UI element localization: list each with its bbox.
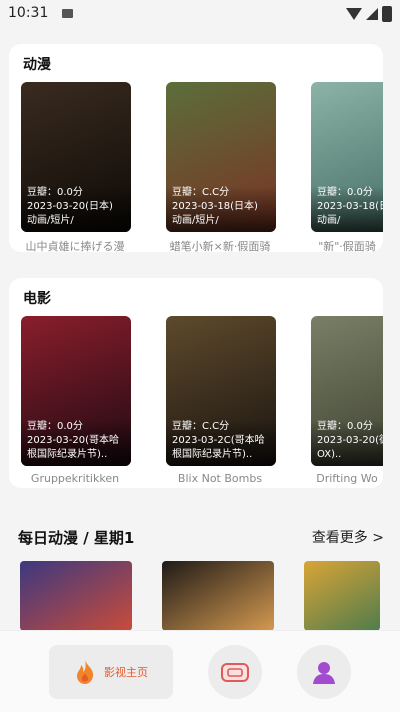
section-title-anime: 动漫 bbox=[23, 57, 51, 73]
nav-home-button[interactable]: 影视主页 bbox=[49, 645, 173, 699]
poster-date: 2023-03-18(日 bbox=[317, 201, 383, 212]
poster-info: 豆瓣：C.C分 2023-03-18(日本) 动画/短片/ bbox=[166, 186, 276, 232]
status-bar: 10:31 bbox=[0, 0, 400, 28]
poster-score: 豆瓣：0.0分 bbox=[27, 421, 83, 432]
daily-anime-title: 每日动漫 / 星期1 bbox=[18, 529, 135, 547]
tv-icon bbox=[221, 663, 249, 682]
poster-date: 2023-03-20(日本) bbox=[27, 201, 113, 212]
item-title: 蜡笔小新×新·假面骑 bbox=[169, 240, 271, 252]
anime-row[interactable]: 豆瓣：0.0分 2023-03-20(日本) 动画/短片/ 山中貞雄に捧げる漫 … bbox=[19, 82, 383, 252]
poster-score: 豆瓣：0.0分 bbox=[317, 187, 373, 198]
poster-genre: 根国际纪录片节).. bbox=[172, 449, 253, 460]
movie-poster[interactable]: 豆瓣：0.0分 2023-03-20(哥本哈 根国际纪录片节).. bbox=[21, 316, 131, 466]
poster-info: 豆瓣：0.0分 2023-03-20(哥本哈 根国际纪录片节).. bbox=[21, 420, 131, 466]
movie-item[interactable]: 豆瓣：C.C分 2023-03-2C(哥本哈 根国际纪录片节).. Blix N… bbox=[166, 316, 278, 485]
daily-poster[interactable] bbox=[304, 561, 380, 631]
movie-poster[interactable]: 豆瓣：C.C分 2023-03-2C(哥本哈 根国际纪录片节).. bbox=[166, 316, 276, 466]
poster-score: 豆瓣：C.C分 bbox=[172, 421, 230, 432]
bottom-navigation: 影视主页 bbox=[0, 630, 400, 712]
nav-home-label: 影视主页 bbox=[104, 666, 148, 679]
item-title: "新"·假面骑 bbox=[318, 240, 376, 252]
poster-genre: 根国际纪录片节).. bbox=[27, 449, 108, 460]
poster-date: 2023-03-2C(哥本哈 bbox=[172, 435, 265, 446]
daily-poster[interactable] bbox=[20, 561, 132, 631]
user-icon bbox=[313, 662, 335, 684]
anime-poster[interactable]: 豆瓣：0.0分 2023-03-20(日本) 动画/短片/ bbox=[21, 82, 131, 232]
movie-row[interactable]: 豆瓣：0.0分 2023-03-20(哥本哈 根国际纪录片节).. Gruppe… bbox=[19, 316, 383, 488]
signal-icon bbox=[366, 8, 378, 20]
status-time: 10:31 bbox=[8, 5, 49, 21]
item-title: 山中貞雄に捧げる漫 bbox=[25, 240, 125, 252]
movie-item[interactable]: 豆瓣：0.0分 2023-03-20(哥本哈 根国际纪录片节).. Gruppe… bbox=[21, 316, 133, 485]
flame-icon bbox=[77, 660, 94, 684]
poster-score: 豆瓣：0.0分 bbox=[317, 421, 373, 432]
daily-poster[interactable] bbox=[162, 561, 274, 631]
poster-genre: 动画/ bbox=[317, 215, 341, 226]
poster-date: 2023-03-20(德 bbox=[317, 435, 383, 446]
poster-score: 豆瓣：C.C分 bbox=[172, 187, 230, 198]
item-title: Gruppekritikken bbox=[30, 472, 120, 485]
item-title: Drifting Wo bbox=[316, 472, 378, 485]
battery-icon bbox=[382, 6, 392, 22]
movie-section: 电影 豆瓣：0.0分 2023-03-20(哥本哈 根国际纪录片节).. Gru… bbox=[9, 278, 383, 488]
poster-date: 2023-03-18(日本) bbox=[172, 201, 258, 212]
section-title-movie: 电影 bbox=[23, 291, 51, 307]
daily-anime-row[interactable] bbox=[20, 561, 400, 631]
movie-item[interactable]: 豆瓣：0.0分 2023-03-20(德 OX).. Drifting Wo bbox=[311, 316, 383, 485]
poster-info: 豆瓣：0.0分 2023-03-20(德 OX).. bbox=[311, 420, 383, 466]
anime-item[interactable]: 豆瓣：0.0分 2023-03-20(日本) 动画/短片/ 山中貞雄に捧げる漫 bbox=[21, 82, 133, 252]
status-indicators bbox=[346, 6, 392, 22]
poster-score: 豆瓣：0.0分 bbox=[27, 187, 83, 198]
poster-info: 豆瓣：0.0分 2023-03-20(日本) 动画/短片/ bbox=[21, 186, 131, 232]
wifi-icon bbox=[346, 8, 362, 20]
view-more-link[interactable]: 查看更多 > bbox=[312, 527, 384, 547]
anime-item[interactable]: 豆瓣：C.C分 2023-03-18(日本) 动画/短片/ 蜡笔小新×新·假面骑 bbox=[166, 82, 278, 252]
poster-date: 2023-03-20(哥本哈 bbox=[27, 435, 120, 446]
nav-tv-button[interactable] bbox=[208, 645, 262, 699]
poster-genre: 动画/短片/ bbox=[172, 215, 219, 226]
poster-genre: OX).. bbox=[317, 449, 342, 460]
anime-section: 动漫 豆瓣：0.0分 2023-03-20(日本) 动画/短片/ 山中貞雄に捧げ… bbox=[9, 44, 383, 252]
poster-genre: 动画/短片/ bbox=[27, 215, 74, 226]
nav-profile-button[interactable] bbox=[297, 645, 351, 699]
item-title: Blix Not Bombs bbox=[177, 472, 263, 485]
anime-poster[interactable]: 豆瓣：C.C分 2023-03-18(日本) 动画/短片/ bbox=[166, 82, 276, 232]
movie-poster[interactable]: 豆瓣：0.0分 2023-03-20(德 OX).. bbox=[311, 316, 383, 466]
poster-info: 豆瓣：0.0分 2023-03-18(日 动画/ bbox=[311, 186, 383, 232]
anime-item[interactable]: 豆瓣：0.0分 2023-03-18(日 动画/ "新"·假面骑 bbox=[311, 82, 383, 252]
anime-poster[interactable]: 豆瓣：0.0分 2023-03-18(日 动画/ bbox=[311, 82, 383, 232]
image-notification-icon bbox=[62, 9, 73, 18]
poster-info: 豆瓣：C.C分 2023-03-2C(哥本哈 根国际纪录片节).. bbox=[166, 420, 276, 466]
